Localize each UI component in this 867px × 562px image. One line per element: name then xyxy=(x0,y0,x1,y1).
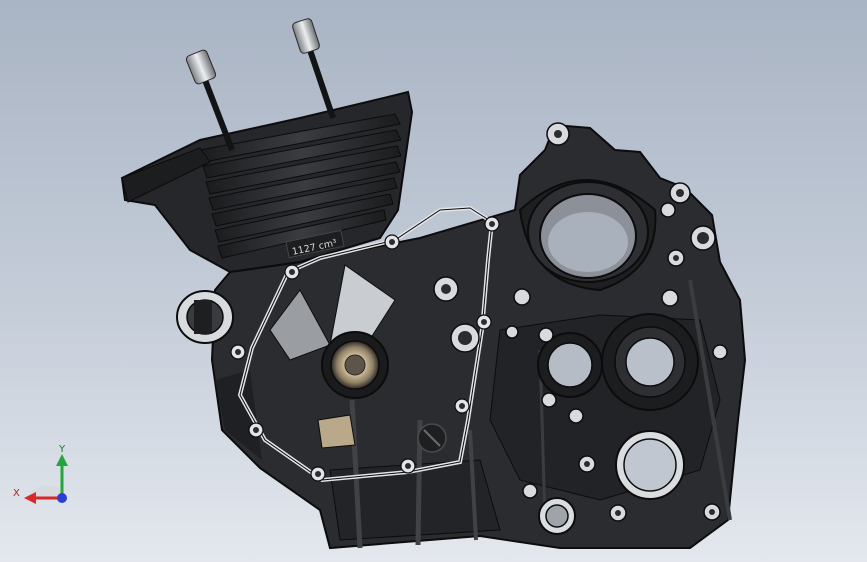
drain-feature xyxy=(417,423,447,453)
orientation-triad[interactable]: Y X xyxy=(12,440,82,510)
mid-right-bore xyxy=(601,313,699,411)
cad-viewport[interactable]: 1127 cm³ Y X xyxy=(0,0,867,562)
x-axis-label: X xyxy=(13,488,20,499)
z-axis-dot xyxy=(57,493,67,503)
mid-left-bore xyxy=(537,332,603,398)
y-axis-label: Y xyxy=(58,444,66,455)
left-mount-boss xyxy=(176,290,234,344)
lower-right-bore xyxy=(615,430,685,500)
crank-main-bearing xyxy=(321,331,389,399)
lower-small-bore xyxy=(538,497,576,535)
engine-crankcase-model[interactable]: 1127 cm³ xyxy=(0,0,867,562)
y-axis-arrowhead xyxy=(56,454,68,466)
